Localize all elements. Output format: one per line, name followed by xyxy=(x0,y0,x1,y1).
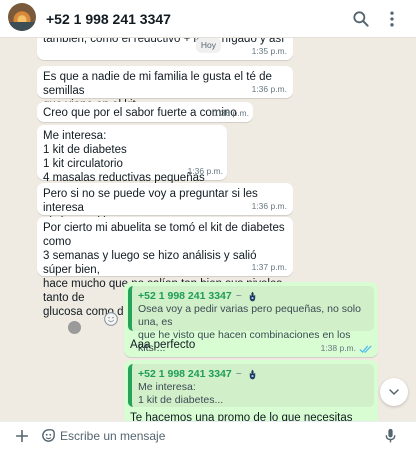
sticker-icon[interactable] xyxy=(40,427,57,444)
quote-author: +52 1 998 241 3347 ~ xyxy=(138,289,368,303)
quote-author-name: +52 1 998 241 3347 xyxy=(138,368,232,380)
incoming-message[interactable]: Por cierto mi abuelita se tomó el kit de… xyxy=(37,217,293,318)
message-text: también, como el reductivo + la de hígad… xyxy=(43,38,285,45)
message-time: 1:37 p.m. xyxy=(251,262,287,272)
scroll-down-button[interactable] xyxy=(380,378,408,406)
quote-text: Me interesa: 1 kit de diabetes... xyxy=(138,381,224,406)
message-time: 1:36 p.m. xyxy=(251,84,287,94)
quoted-message[interactable]: +52 1 998 241 3347 ~ Osea voy a pedir va… xyxy=(128,286,374,354)
double-check-icon xyxy=(359,345,372,354)
outgoing-message[interactable]: +52 1 998 241 3347 ~ Me interesa: 1 kit … xyxy=(124,360,378,421)
quote-author-name: +52 1 998 241 3347 xyxy=(138,290,232,302)
message-composer xyxy=(0,421,416,449)
date-chip: Hoy xyxy=(195,38,221,53)
message-text: Aaa perfecto xyxy=(130,339,196,351)
incoming-message[interactable]: Me interesa: 1 kit de diabetes 1 kit cir… xyxy=(37,125,227,184)
search-icon[interactable] xyxy=(351,9,371,29)
avatar-placeholder xyxy=(68,321,81,334)
incoming-message[interactable]: Pero si no se puede voy a preguntar si l… xyxy=(37,183,293,228)
chat-header: +52 1 998 241 3347 xyxy=(0,0,416,38)
quoted-message[interactable]: +52 1 998 241 3347 ~ Me interesa: 1 kit … xyxy=(128,364,374,407)
more-vert-icon[interactable] xyxy=(382,9,402,29)
message-list[interactable]: también, como el reductivo + la de hígad… xyxy=(0,38,416,421)
message-time: 1:35 p.m. xyxy=(251,46,287,56)
emoji-react-icon[interactable] xyxy=(103,311,119,327)
mic-icon[interactable] xyxy=(382,427,399,445)
incoming-message[interactable]: también, como el reductivo + la de hígad… xyxy=(37,38,293,60)
hamsa-icon xyxy=(249,291,256,301)
contact-avatar[interactable] xyxy=(8,3,36,31)
quote-author-suffix: ~ xyxy=(235,290,242,302)
incoming-message[interactable]: Creo que por el sabor fuerte a comino 1:… xyxy=(37,102,253,122)
message-time: 1:36 p.m. xyxy=(187,166,223,176)
incoming-message[interactable]: Es que a nadie de mi familia le gusta el… xyxy=(37,66,293,111)
message-text: Te hacemos una promo de lo que necesitas xyxy=(130,412,353,421)
outgoing-message[interactable]: +52 1 998 241 3347 ~ Osea voy a pedir va… xyxy=(124,282,378,357)
chevron-down-icon xyxy=(389,389,399,396)
contact-name[interactable]: +52 1 998 241 3347 xyxy=(46,11,171,27)
plus-icon[interactable] xyxy=(14,428,30,444)
message-input[interactable] xyxy=(60,428,360,444)
hamsa-icon xyxy=(249,369,256,379)
message-time: 1:38 p.m. xyxy=(320,343,356,353)
message-time: 1:36 p.m. xyxy=(213,108,249,118)
quote-author: +52 1 998 241 3347 ~ xyxy=(138,367,368,381)
message-time: 1:36 p.m. xyxy=(251,201,287,211)
quote-author-suffix: ~ xyxy=(235,368,242,380)
